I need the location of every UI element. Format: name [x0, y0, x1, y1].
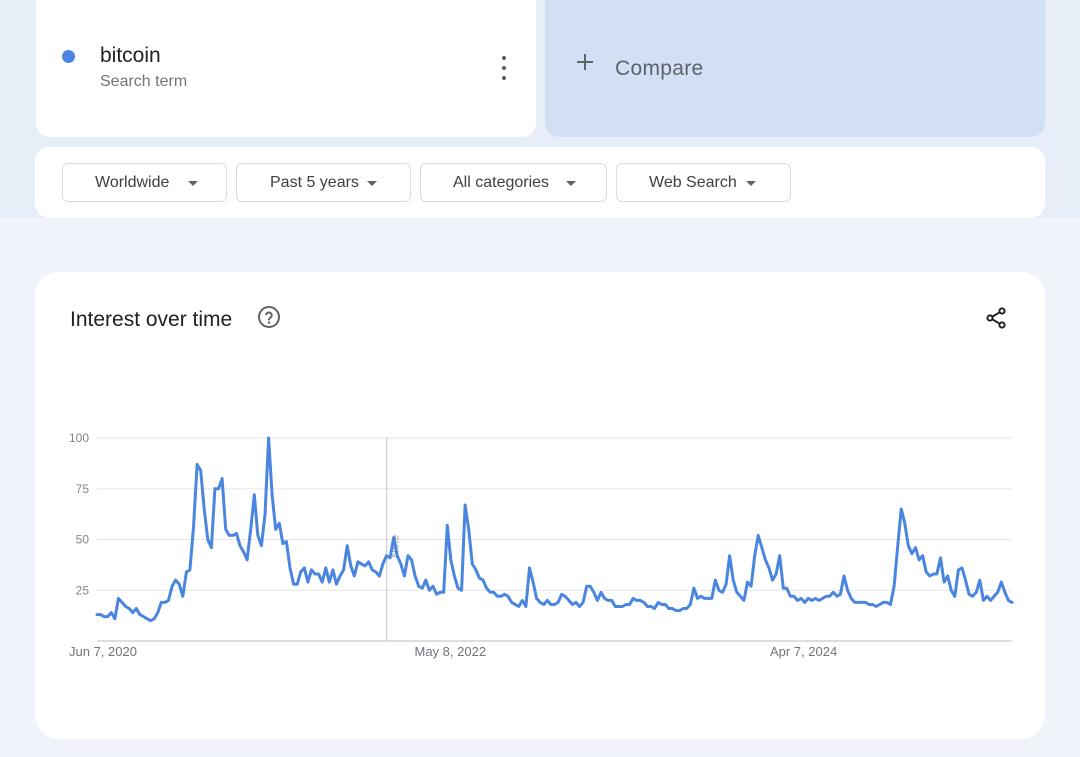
x-tick-label: May 8, 2022	[415, 644, 487, 659]
x-tick-label: Apr 7, 2024	[770, 644, 837, 659]
plus-icon	[577, 54, 593, 70]
series-line-bitcoin[interactable]	[95, 436, 1014, 623]
filter-location-label: Worldwide	[95, 174, 170, 191]
y-tick-label: 50	[76, 533, 90, 547]
chevron-down-icon	[566, 181, 576, 186]
y-tick-label: 25	[76, 583, 90, 597]
interest-over-time-card: Interest over time 25 50 75 100 Jun 7, 2020 M…	[35, 272, 1045, 739]
search-term-card[interactable]: bitcoin Search term	[36, 0, 536, 137]
series-color-dot	[62, 50, 75, 63]
filter-location-dropdown[interactable]: Worldwide	[62, 163, 227, 202]
search-term-type: Search term	[100, 73, 188, 90]
chevron-down-icon	[746, 181, 756, 186]
filter-category-dropdown[interactable]: All categories	[420, 163, 607, 202]
compare-button[interactable]: Compare	[545, 0, 1045, 137]
filter-time-range-label: Past 5 years	[270, 174, 359, 191]
interest-line-chart: 25 50 75 100 Jun 7, 2020 May 8, 2022 Apr 7, 20…	[69, 431, 1014, 659]
filters-bar: Worldwide Past 5 years All categories We…	[35, 147, 1045, 218]
more-options-icon[interactable]	[496, 56, 512, 80]
filter-time-range-dropdown[interactable]: Past 5 years	[236, 163, 411, 202]
x-tick-label: Jun 7, 2020	[69, 644, 137, 659]
compare-label: Compare	[615, 57, 704, 80]
filter-search-type-label: Web Search	[649, 174, 737, 191]
y-tick-label: 100	[69, 431, 89, 445]
filter-category-label: All categories	[453, 174, 550, 191]
filter-search-type-dropdown[interactable]: Web Search	[616, 163, 791, 202]
chevron-down-icon	[367, 181, 377, 186]
y-tick-label: 75	[76, 482, 90, 496]
search-term-name[interactable]: bitcoin	[100, 44, 161, 68]
chevron-down-icon	[188, 181, 198, 186]
